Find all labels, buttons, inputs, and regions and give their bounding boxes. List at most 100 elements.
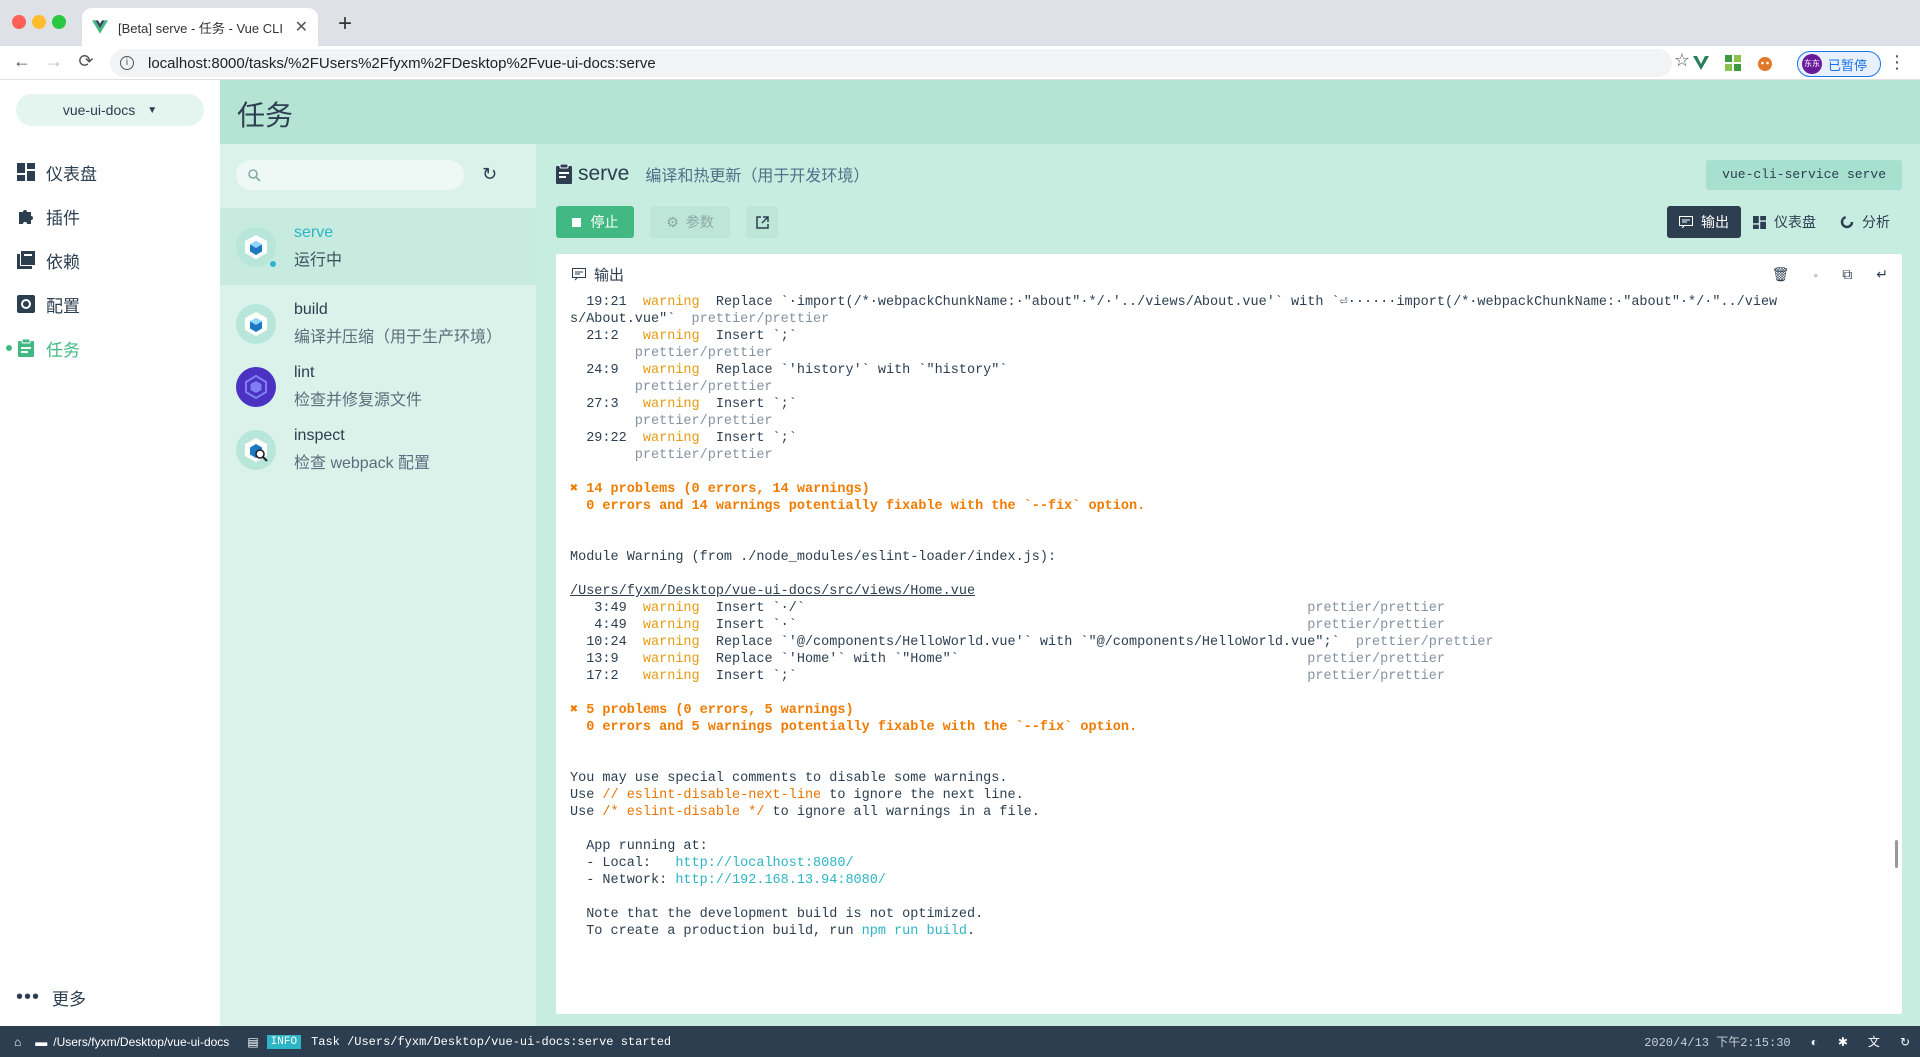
browser-toolbar: ← → ⟳ i localhost:8000/tasks/%2FUsers%2F… (0, 46, 1920, 80)
tab-title: [Beta] serve - 任务 - Vue CLI (118, 20, 283, 36)
terminal-icon (572, 268, 586, 281)
status-right: 2020/4/13 下午2:15:30 ◐ ✱ 文 ↻ (1644, 1026, 1910, 1057)
task-name: inspect (294, 426, 345, 444)
terminal-icon (1679, 216, 1693, 228)
task-desc: 编译并压缩（用于生产环境） (294, 328, 503, 346)
log-message: Task /Users/fyxm/Desktop/vue-ui-docs:ser… (311, 1034, 672, 1049)
scroll-bottom-icon[interactable]: ↵ (1876, 266, 1888, 283)
log-button[interactable]: ▤ INFO Task /Users/fyxm/Desktop/vue-ui-d… (247, 1034, 672, 1049)
sidebar-item-label: 任务 (46, 340, 80, 360)
task-name: build (294, 300, 328, 318)
fox-extension-icon[interactable] (1756, 54, 1774, 72)
stop-label: 停止 (590, 214, 619, 230)
stop-button[interactable]: 停止 (556, 206, 634, 238)
home-icon[interactable]: ⌂ (14, 1035, 21, 1049)
status-bar: ⌂ ▬ /Users/fyxm/Desktop/vue-ui-docs ▤ IN… (0, 1026, 1920, 1057)
webpack-inspect-icon (236, 429, 276, 470)
dashboard-icon (1753, 215, 1766, 229)
vue-devtools-extension-icon[interactable] (1692, 54, 1710, 72)
task-item-serve[interactable]: serve 运行中 (220, 208, 536, 285)
separator-dot: • (1813, 266, 1819, 283)
eslint-icon (236, 366, 276, 407)
trash-icon[interactable]: 🗑 (1772, 266, 1790, 283)
bookmark-star-icon[interactable]: ☆ (1674, 50, 1690, 71)
new-tab-button[interactable]: + (330, 10, 360, 38)
output-panel: 输出 🗑 • ⧉ ↵ 19:21 warning Replace `·impor… (556, 254, 1902, 1014)
theme-toggle-icon[interactable]: ◐ (1811, 1035, 1818, 1049)
qr-extension-icon[interactable] (1724, 54, 1742, 72)
forward-icon[interactable]: → (42, 51, 66, 72)
address-bar[interactable]: i localhost:8000/tasks/%2FUsers%2Ffyxm%2… (110, 49, 1672, 77)
vue-logo-icon (92, 20, 108, 34)
project-selector[interactable]: vue-ui-docs ▼ (16, 94, 204, 126)
tab-label: 仪表盘 (1774, 214, 1816, 230)
page-title: 任务 (237, 100, 294, 131)
sidebar-item-label: 仪表盘 (46, 164, 97, 184)
profile-label: 已暂停 (1828, 57, 1868, 73)
search-input[interactable] (236, 160, 464, 190)
log-level-badge: INFO (266, 1034, 302, 1049)
browser-menu-icon[interactable]: ⋮ (1888, 52, 1906, 73)
tab-label: 输出 (1701, 214, 1729, 230)
translate-icon[interactable]: 文 (1868, 1033, 1880, 1050)
puzzle-icon (16, 206, 36, 226)
browser-tab[interactable]: [Beta] serve - 任务 - Vue CLI ✕ (82, 8, 318, 46)
reload-icon[interactable]: ⟳ (74, 51, 98, 72)
more-button[interactable]: ••• 更多 (16, 985, 86, 1010)
library-icon (16, 250, 36, 270)
gear-icon: ⚙ (666, 213, 679, 230)
task-item-inspect[interactable]: inspect 检查 webpack 配置 (220, 411, 536, 488)
task-title: serve 编译和热更新（用于开发环境） (556, 162, 869, 186)
running-indicator (268, 258, 278, 269)
clipboard-icon (556, 164, 572, 184)
sidebar-nav: vue-ui-docs ▼ 仪表盘 插件 依赖 配置 任务 ••• 更多 (0, 80, 220, 1026)
copy-icon[interactable]: ⧉ (1842, 266, 1852, 283)
sidebar-item-label: 依赖 (46, 252, 80, 272)
sidebar-item-plugins[interactable]: 插件 (0, 194, 220, 238)
open-external-button[interactable] (746, 206, 778, 238)
terminal-icon: ▤ (247, 1034, 259, 1049)
tab-dashboard[interactable]: 仪表盘 (1741, 206, 1828, 238)
output-toolbar: 🗑 • ⧉ ↵ (1772, 266, 1888, 283)
project-name: vue-ui-docs (62, 102, 136, 118)
task-list: ↻ serve 运行中 build 编译并压缩（用于生产环境） lint 检查并… (220, 144, 536, 1026)
back-icon[interactable]: ← (10, 51, 34, 72)
refresh-icon[interactable]: ↻ (1900, 1035, 1910, 1049)
terminal-output: 19:21 warning Replace `·import(/*·webpac… (570, 295, 1778, 939)
refresh-icon[interactable]: ↻ (482, 164, 497, 185)
folder-icon: ▬ (35, 1034, 48, 1049)
sidebar-item-dependencies[interactable]: 依赖 (0, 238, 220, 282)
params-button[interactable]: ⚙ 参数 (650, 206, 730, 238)
sidebar-item-dashboard[interactable]: 仪表盘 (0, 150, 220, 194)
task-detail-description: 编译和热更新（用于开发环境） (645, 168, 870, 185)
tab-output[interactable]: 输出 (1667, 206, 1741, 238)
scrollbar-thumb[interactable] (1895, 840, 1898, 868)
dashboard-icon (16, 162, 36, 182)
tab-label: 分析 (1862, 214, 1890, 230)
tab-close-icon[interactable]: ✕ (295, 17, 308, 37)
params-label: 参数 (685, 214, 714, 230)
output-header: 输出 (572, 264, 624, 285)
sidebar-item-config[interactable]: 配置 (0, 282, 220, 326)
more-icon: ••• (16, 986, 41, 1008)
stop-icon (571, 217, 581, 227)
task-name: serve (294, 223, 334, 241)
window-maximize-button[interactable] (52, 15, 66, 29)
cwd-button[interactable]: ▬ /Users/fyxm/Desktop/vue-ui-docs (35, 1035, 229, 1049)
command-badge: vue-cli-service serve (1706, 160, 1902, 190)
site-info-icon[interactable]: i (120, 56, 134, 70)
bug-icon[interactable]: ✱ (1838, 1035, 1848, 1049)
external-link-icon (755, 215, 769, 229)
search-icon (248, 168, 261, 182)
file-path-link: /Users/fyxm/Desktop/vue-ui-docs/src/view… (570, 584, 976, 599)
webpack-icon (236, 226, 278, 269)
window-minimize-button[interactable] (32, 15, 46, 29)
sidebar-item-label: 插件 (46, 208, 80, 228)
task-desc: 检查并修复源文件 (294, 391, 423, 409)
url-text: localhost:8000/tasks/%2FUsers%2Ffyxm%2FD… (148, 54, 656, 72)
profile-button[interactable]: 东东 已暂停 (1797, 51, 1881, 77)
clipboard-icon (16, 338, 36, 358)
tab-analyze[interactable]: 分析 (1828, 206, 1902, 238)
sidebar-item-tasks[interactable]: 任务 (0, 326, 220, 370)
window-close-button[interactable] (12, 15, 26, 29)
